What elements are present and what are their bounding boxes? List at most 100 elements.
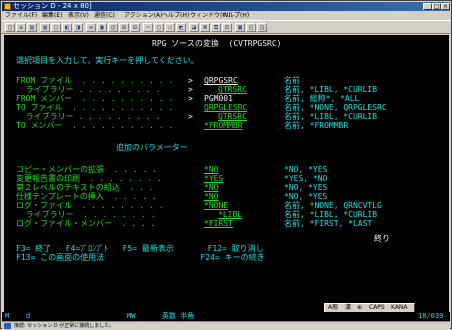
- param-options: *NO, *YES: [284, 192, 328, 201]
- ime-state: 英数 半角: [162, 312, 195, 320]
- macro-play-icon[interactable]: ⊟: [130, 23, 140, 32]
- insert-template-input[interactable]: *NO: [204, 192, 218, 201]
- param-label-log-library: ライブラリー . . . . . . . .: [16, 210, 156, 219]
- param-options: 名前: [284, 76, 300, 85]
- param-marker: >: [188, 112, 193, 121]
- connection-icon: [4, 323, 11, 329]
- print-screen-icon[interactable]: ▤: [27, 23, 37, 32]
- terminal-screen[interactable]: RPG ソースの変換 (CVTRPGSRC) 選択項目を入力して，実行キーを押し…: [4, 35, 449, 312]
- param-options: 名前, *FROMMBR: [284, 121, 349, 130]
- param-options: 名前, *LIBL, *CURLIB: [284, 112, 378, 121]
- log-member-input[interactable]: *FIRST: [204, 219, 233, 228]
- param-options: 名前, *FIRST, *LAST: [284, 219, 373, 228]
- app-icon: [4, 3, 11, 10]
- status-mode: d: [26, 312, 31, 320]
- param-options: *YES, *NO: [284, 174, 328, 183]
- connect-icon[interactable]: ⧉: [211, 23, 221, 32]
- print-report-input[interactable]: *YES: [204, 174, 223, 183]
- param-label-from-file: FROM ファイル . . . . . . . . . .: [16, 76, 174, 85]
- ime-kanji-button[interactable]: 漢: [345, 304, 351, 312]
- to-member-input[interactable]: *FROMMBR: [204, 121, 243, 130]
- keyboard-icon[interactable]: ◫: [108, 23, 118, 32]
- select-icon[interactable]: ▢: [154, 23, 164, 32]
- screen-instruction: 選択項目を入力して，実行キーを押してください。: [16, 56, 199, 65]
- new-session-icon[interactable]: □: [5, 23, 15, 32]
- expand-copy-input[interactable]: *NO: [204, 165, 218, 174]
- param-label-from-member: FROM メンバー . . . . . . . . . .: [16, 94, 174, 103]
- status-mw: MW: [127, 312, 136, 320]
- ime-option-icon[interactable]: ⊕: [357, 304, 362, 312]
- print-icon[interactable]: ≡: [16, 23, 26, 32]
- additional-params-header: 追加のパラメーター: [116, 143, 188, 152]
- display-icon[interactable]: ▣: [97, 23, 107, 32]
- minimize-button[interactable]: _: [423, 3, 432, 10]
- to-file-input[interactable]: QRPGLESRC: [204, 103, 247, 112]
- caps-indicator: CAPS: [369, 304, 385, 311]
- emulator-window: セッション D - 24 x 80] _ □ × ファイル(F) 編集(E) 表…: [0, 0, 452, 330]
- transfer-icon[interactable]: ▦: [235, 23, 245, 32]
- param-options: *NO, *YES: [284, 165, 328, 174]
- disconnect-icon[interactable]: ⊡: [222, 23, 232, 32]
- param-label-log-member: ログ・ファイル・メンバー . . . .: [16, 219, 156, 228]
- kana-indicator: KANA: [391, 304, 408, 311]
- paste-icon[interactable]: ▢: [51, 23, 61, 32]
- copy-icon[interactable]: ▥: [40, 23, 50, 32]
- window-title: セッション D - 24 x 80]: [13, 2, 92, 10]
- param-marker: >: [188, 76, 193, 85]
- param-label-print-report: 変更報告書の印刷 . . . . . . . .: [16, 174, 162, 183]
- param-options: 名前, *LIBL, *CURLIB: [284, 85, 378, 94]
- menu-action[interactable]: アクション(A): [124, 11, 163, 20]
- title-bar[interactable]: セッション D - 24 x 80] _ □ ×: [2, 2, 450, 11]
- menu-help[interactable]: ヘルプ(H): [162, 11, 189, 20]
- cut-icon[interactable]: ✂: [143, 23, 153, 32]
- param-label-to-member: TO メンバー . . . . . . . . . . .: [16, 121, 174, 130]
- maximize-button[interactable]: □: [432, 3, 441, 10]
- param-options: 名前, *LIBL, *CURLIB: [284, 210, 378, 219]
- menu-view[interactable]: 表示(V): [68, 11, 89, 20]
- operator-info-area: M d MW 英数 半角 18/039: [2, 312, 450, 321]
- menu-edit[interactable]: 編集(E): [42, 11, 62, 20]
- settings-icon[interactable]: ⊠: [200, 23, 210, 32]
- function-keys-line-1[interactable]: F3= 終了 F4=ﾌﾟﾛﾝﾌﾟﾄ F5= 最新表示 F12= 取り消し: [16, 244, 264, 253]
- menu-communication[interactable]: 通信(C): [94, 11, 115, 20]
- ime-mode-button[interactable]: A般: [328, 304, 338, 312]
- receive-icon[interactable]: ◨: [73, 23, 83, 32]
- param-options: 名前, *NONE, QRPGLESRC: [284, 103, 387, 112]
- function-keys-line-2[interactable]: F13= この画面の使用法 F24= キーの続き: [16, 253, 265, 262]
- param-label-from-library: ライブラリー . . . . . . . . .: [16, 85, 161, 94]
- from-member-input[interactable]: PGM001: [204, 94, 233, 103]
- send-icon[interactable]: ◧: [62, 23, 72, 32]
- param-options: *NO, *YES: [284, 183, 328, 192]
- help-icon[interactable]: ◳: [257, 23, 267, 32]
- param-label-expand-copy: コピー・メンバーの拡張 . . . . .: [16, 165, 157, 174]
- param-label-log-file: ログ・ファイル . . . . . . . . .: [16, 201, 164, 210]
- toolbar: □ ≡ ▤ ▥ ▢ ◧ ◨ ✉ ▣ ◫ ⊞ ⊟ ✂ ▢ ☐ ◩ ◪ ⊠ ⧉ ⊡ …: [2, 20, 450, 34]
- param-label-to-library: ライブラリー . . . . . . . . .: [16, 112, 161, 121]
- hotspot-icon[interactable]: ◰: [246, 23, 256, 32]
- log-file-input[interactable]: *NONE: [204, 201, 228, 210]
- from-file-input[interactable]: QRPGSRC: [204, 76, 238, 85]
- to-library-input[interactable]: QTRSRC: [218, 112, 247, 121]
- status-indicator: M: [5, 312, 10, 320]
- log-library-input[interactable]: *LIBL: [218, 210, 242, 219]
- menu-file[interactable]: ファイル(F): [5, 11, 37, 20]
- param-marker: >: [188, 94, 193, 103]
- mail-icon[interactable]: ✉: [86, 23, 96, 32]
- menu-help-2[interactable]: ヘルプ(H): [222, 11, 249, 20]
- macro-record-icon[interactable]: ⊞: [119, 23, 129, 32]
- param-options: 名前, 総称*, *ALL: [284, 94, 360, 103]
- color-icon[interactable]: ◪: [189, 23, 199, 32]
- param-label-to-file: TO ファイル . . . . . . . . . . .: [16, 103, 174, 112]
- menu-bar: ファイル(F) 編集(E) 表示(V) 通信(C) アクション(A) ヘルプ(H…: [2, 11, 450, 20]
- clear-icon[interactable]: ☐: [165, 23, 175, 32]
- second-level-text-input[interactable]: *NO: [204, 183, 218, 192]
- param-options: 名前, *NONE, QRNCVTLG: [284, 201, 382, 210]
- bottom-marker: 終り: [374, 234, 390, 243]
- font-icon[interactable]: ◩: [176, 23, 186, 32]
- param-label-second-level-text: 第２レベルのテキストの組込 . . .: [16, 183, 154, 192]
- cursor-position: 18/039: [418, 312, 444, 320]
- param-label-insert-template: 仕様テンプレートの挿入 . . . . .: [16, 192, 157, 201]
- close-button[interactable]: ×: [441, 3, 450, 10]
- param-marker: >: [188, 85, 193, 94]
- from-library-input[interactable]: QTRSRC: [218, 85, 247, 94]
